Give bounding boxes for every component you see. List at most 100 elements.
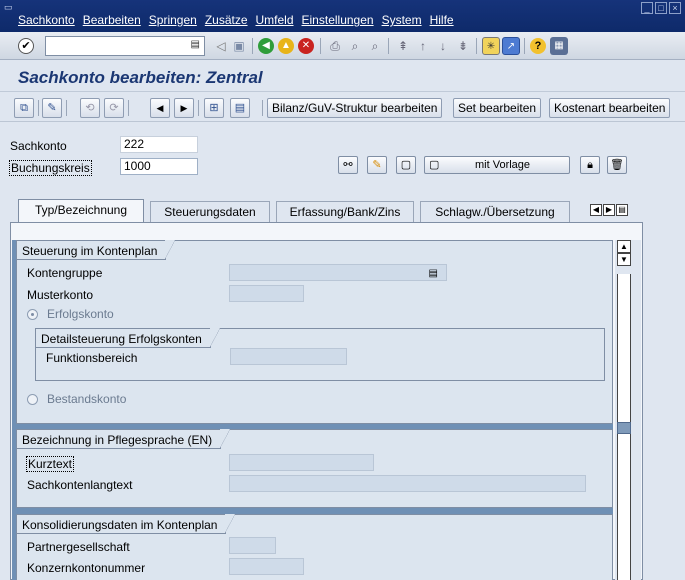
enter-check-icon[interactable]: ✔ <box>18 38 34 54</box>
partnergesellschaft-field[interactable] <box>229 537 276 554</box>
bestandskonto-label: Bestandskonto <box>47 392 127 406</box>
kontengruppe-label: Kontengruppe <box>27 266 103 280</box>
other-account-icon[interactable]: ⧉ <box>14 98 34 118</box>
funktionsbereich-label: Funktionsbereich <box>46 351 138 365</box>
previous-object-icon[interactable]: ⟲ <box>80 98 100 118</box>
scroll-thumb[interactable] <box>617 422 631 434</box>
shortcut-icon[interactable]: ↗ <box>502 37 520 55</box>
musterkonto-label: Musterkonto <box>27 288 94 302</box>
tab-typ-bezeichnung[interactable]: Typ/Bezeichnung <box>18 199 144 223</box>
previous-entry-icon[interactable]: ◀ <box>150 98 170 118</box>
tab-navigation: ◀ ▶ ▤ <box>590 204 628 216</box>
menu-bar: ▭ Sachkonto Bearbeiten Springen Zusätze … <box>0 0 685 32</box>
group-bezeichnung: Bezeichnung in Pflegesprache (EN) Kurzte… <box>16 429 613 508</box>
sachkontenlangtext-label: Sachkontenlangtext <box>27 478 133 492</box>
erfolgskonto-label: Erfolgskonto <box>47 307 114 321</box>
help-icon[interactable]: ? <box>530 38 546 54</box>
menu-hilfe[interactable]: Hilfe <box>430 13 454 27</box>
kurztext-field[interactable] <box>229 454 374 471</box>
save-icon[interactable]: ▣ <box>230 37 248 55</box>
create-with-template-icon: ▢ <box>429 159 440 171</box>
standard-toolbar: ✔ ▤ ◁ ▣ ◀ ▲ ✕ ⎙ ⌕ ⌕ ⇞ ↑ ↓ ⇟ ✳ ↗ ? ▦ <box>0 32 685 60</box>
exit-icon[interactable]: ▲ <box>278 38 294 54</box>
next-entry-icon[interactable]: ▶ <box>174 98 194 118</box>
mit-vorlage-button[interactable]: ▢ mit Vorlage <box>424 156 570 174</box>
lock-icon[interactable]: 🔒︎ <box>580 156 600 174</box>
title-bar: Sachkonto bearbeiten: Zentral <box>0 60 685 92</box>
sachkonto-label: Sachkonto <box>10 139 67 153</box>
find-next-icon[interactable]: ⌕ <box>366 37 384 55</box>
group-detailsteuerung-title: Detailsteuerung Erfolgskonten <box>36 328 220 348</box>
menu-zusaetze[interactable]: Zusätze <box>205 13 248 27</box>
tab-schlagw-uebersetzung[interactable]: Schlagw./Übersetzung <box>420 201 570 223</box>
window-controls: _ □ × <box>641 2 681 14</box>
mit-vorlage-label: mit Vorlage <box>475 159 531 171</box>
tab-scroll-right-icon[interactable]: ▶ <box>603 204 615 216</box>
maximize-icon[interactable]: □ <box>655 2 667 14</box>
group-konsolidierung: Konsolidierungsdaten im Kontenplan Partn… <box>16 514 613 580</box>
kontengruppe-f4-icon[interactable]: ▤ <box>429 266 438 281</box>
konzernkontonummer-field[interactable] <box>229 558 304 575</box>
application-toolbar: ⧉ ✎ ⟲ ⟳ ◀ ▶ ⊞ ▤ Bilanz/GuV-Struktur bear… <box>0 92 685 122</box>
kostenart-bearbeiten-button[interactable]: Kostenart bearbeiten <box>549 98 671 118</box>
group-bezeichnung-title: Bezeichnung in Pflegesprache (EN) <box>17 429 231 449</box>
tab-erfassung-bank-zins[interactable]: Erfassung/Bank/Zins <box>276 201 414 223</box>
scroll-up-icon[interactable]: ▲ <box>617 240 631 253</box>
menu-system[interactable]: System <box>382 13 422 27</box>
menu: Sachkonto Bearbeiten Springen Zusätze Um… <box>0 13 454 27</box>
print-icon[interactable]: ⎙ <box>326 37 344 55</box>
glasses-display-icon[interactable]: ⚯ <box>338 156 358 174</box>
layout-menu-icon[interactable]: ▦ <box>550 37 568 55</box>
close-icon[interactable]: × <box>669 2 681 14</box>
group-konsolidierung-title: Konsolidierungsdaten im Kontenplan <box>17 514 236 534</box>
last-page-icon[interactable]: ⇟ <box>454 37 472 55</box>
menu-sachkonto[interactable]: Sachkonto <box>18 13 75 27</box>
menu-springen[interactable]: Springen <box>149 13 197 27</box>
system-menu-icon[interactable]: ▭ <box>4 2 13 13</box>
collapse-icon[interactable]: ◁ <box>212 37 230 55</box>
command-history-icon[interactable]: ▤ <box>191 39 200 50</box>
delete-icon[interactable]: 🗑︎ <box>607 156 627 174</box>
buchungskreis-field[interactable]: 1000 <box>120 158 198 175</box>
bilanz-guv-button[interactable]: Bilanz/GuV-Struktur bearbeiten <box>267 98 443 118</box>
back-icon[interactable]: ◀ <box>258 38 274 54</box>
menu-einstellungen[interactable]: Einstellungen <box>302 13 374 27</box>
bestandskonto-radio[interactable] <box>27 394 38 405</box>
create-session-icon[interactable]: ✳ <box>482 37 500 55</box>
cancel-icon[interactable]: ✕ <box>298 38 314 54</box>
pencil-edit-icon[interactable]: ✎ <box>367 156 387 174</box>
partnergesellschaft-label: Partnergesellschaft <box>27 540 130 554</box>
minimize-icon[interactable]: _ <box>641 2 653 14</box>
group-steuerung-title: Steuerung im Kontenplan <box>17 240 176 260</box>
erfolgskonto-radio[interactable] <box>27 309 38 320</box>
find-icon[interactable]: ⌕ <box>346 37 364 55</box>
page-title: Sachkonto bearbeiten: Zentral <box>18 68 263 87</box>
konzernkontonummer-label: Konzernkontonummer <box>27 561 146 575</box>
tab-scroll-left-icon[interactable]: ◀ <box>590 204 602 216</box>
set-bearbeiten-button[interactable]: Set bearbeiten <box>453 98 542 118</box>
sachkonto-field[interactable]: 222 <box>120 136 198 153</box>
where-used-icon[interactable]: ⊞ <box>204 98 224 118</box>
create-document-icon[interactable]: ▢ <box>396 156 416 174</box>
kontengruppe-field[interactable]: ▤ <box>229 264 447 281</box>
kurztext-label: Kurztext <box>26 456 75 472</box>
scroll-down-icon[interactable]: ▼ <box>617 253 631 266</box>
tab-steuerungsdaten[interactable]: Steuerungsdaten <box>150 201 270 223</box>
musterkonto-field[interactable] <box>229 285 304 302</box>
group-steuerung: Steuerung im Kontenplan Kontengruppe ▤ M… <box>16 240 613 424</box>
group-detailsteuerung: Detailsteuerung Erfolgskonten Funktionsb… <box>35 328 605 381</box>
tab-content-area: Steuerung im Kontenplan Kontengruppe ▤ M… <box>12 240 613 580</box>
next-object-icon[interactable]: ⟳ <box>104 98 124 118</box>
vertical-scrollbar[interactable]: ▲ ▼ <box>615 240 641 580</box>
first-page-icon[interactable]: ⇞ <box>394 37 412 55</box>
previous-page-icon[interactable]: ↑ <box>414 37 432 55</box>
menu-umfeld[interactable]: Umfeld <box>256 13 294 27</box>
tab-list-icon[interactable]: ▤ <box>616 204 628 216</box>
menu-bearbeiten[interactable]: Bearbeiten <box>83 13 141 27</box>
display-change-icon[interactable]: ✎ <box>42 98 62 118</box>
next-page-icon[interactable]: ↓ <box>434 37 452 55</box>
command-field[interactable]: ▤ <box>45 36 205 56</box>
sachkontenlangtext-field[interactable] <box>229 475 586 492</box>
document-icon[interactable]: ▤ <box>230 98 250 118</box>
funktionsbereich-field[interactable] <box>230 348 347 365</box>
